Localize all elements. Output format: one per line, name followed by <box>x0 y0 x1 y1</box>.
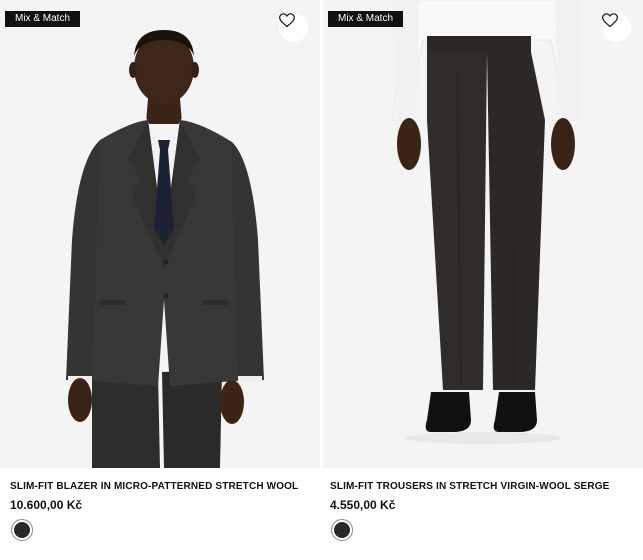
wishlist-button[interactable] <box>602 13 631 42</box>
product-card-blazer[interactable]: Mix & Match SLIM-FIT BLAZER IN MICRO-PAT… <box>0 0 320 560</box>
wishlist-button[interactable] <box>279 13 308 42</box>
blazer-model-illustration <box>0 0 320 468</box>
color-swatch-fill <box>14 522 30 538</box>
heart-icon <box>602 13 618 28</box>
product-price: 10.600,00 Kč <box>10 498 83 512</box>
mix-match-badge: Mix & Match <box>328 11 404 27</box>
product-price: 4.550,00 Kč <box>330 498 396 512</box>
mix-match-badge: Mix & Match <box>5 11 81 27</box>
product-image-blazer[interactable]: Mix & Match <box>0 0 320 468</box>
product-card-trousers[interactable]: Mix & Match SLIM-FIT TROUSERS IN STRETCH… <box>323 0 643 560</box>
trousers-model-illustration <box>323 0 643 468</box>
color-swatch[interactable] <box>11 519 33 541</box>
product-image-trousers[interactable]: Mix & Match <box>323 0 643 468</box>
product-title[interactable]: SLIM-FIT BLAZER IN MICRO-PATTERNED STRET… <box>10 481 314 492</box>
product-grid: Mix & Match SLIM-FIT BLAZER IN MICRO-PAT… <box>0 0 643 560</box>
heart-icon <box>279 13 295 28</box>
color-swatch[interactable] <box>331 519 353 541</box>
product-title[interactable]: SLIM-FIT TROUSERS IN STRETCH VIRGIN-WOOL… <box>330 481 637 492</box>
color-swatch-fill <box>334 522 350 538</box>
